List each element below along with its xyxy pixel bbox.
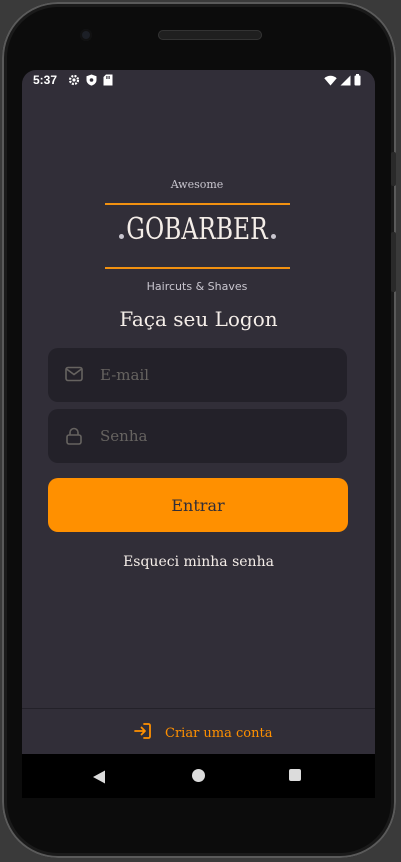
status-left-icons [68, 74, 113, 86]
logo-dot-left [119, 234, 124, 239]
logo-wordmark: GOBARBER [126, 212, 268, 247]
power-button [391, 232, 396, 292]
shield-icon [86, 74, 97, 86]
battery-icon [354, 74, 361, 86]
status-time: 5:37 [33, 73, 58, 87]
app-screen: 5:37 Awesome GOBARBER Haircuts & Shaves … [22, 70, 375, 754]
password-field[interactable] [48, 409, 347, 463]
volume-button [391, 152, 396, 186]
mail-icon [65, 366, 83, 386]
create-account-link[interactable]: Criar uma conta [134, 723, 272, 743]
email-field[interactable] [48, 348, 347, 402]
logo-tagline-bottom: Haircuts & Shaves [146, 280, 248, 293]
android-nav-bar [22, 754, 375, 798]
status-bar: 5:37 [22, 70, 375, 92]
footer: Criar uma conta [22, 708, 375, 754]
gear-icon [68, 74, 80, 86]
create-account-label: Criar uma conta [165, 725, 273, 741]
front-camera [80, 29, 92, 41]
back-icon[interactable] [92, 769, 106, 788]
earpiece-speaker [158, 30, 262, 40]
recent-apps-icon[interactable] [289, 769, 301, 781]
logo-tagline-top: Awesome [170, 178, 224, 191]
email-input[interactable] [100, 348, 330, 402]
log-in-icon [134, 723, 151, 743]
wifi-icon [324, 75, 337, 86]
sd-card-icon [103, 74, 113, 86]
logo-dot-right [271, 234, 276, 239]
signal-icon [340, 75, 351, 86]
login-button[interactable]: Entrar [48, 478, 348, 532]
lock-icon [65, 427, 83, 449]
status-right-icons [324, 74, 361, 86]
logo-top-rule [105, 203, 290, 205]
password-input[interactable] [100, 409, 330, 463]
home-icon[interactable] [192, 769, 205, 782]
logo-bottom-rule [105, 267, 290, 269]
gobarber-logo: Awesome GOBARBER Haircuts & Shaves [104, 178, 290, 296]
page-title: Faça seu Logon [119, 307, 278, 331]
forgot-password-link[interactable]: Esqueci minha senha [22, 554, 375, 570]
